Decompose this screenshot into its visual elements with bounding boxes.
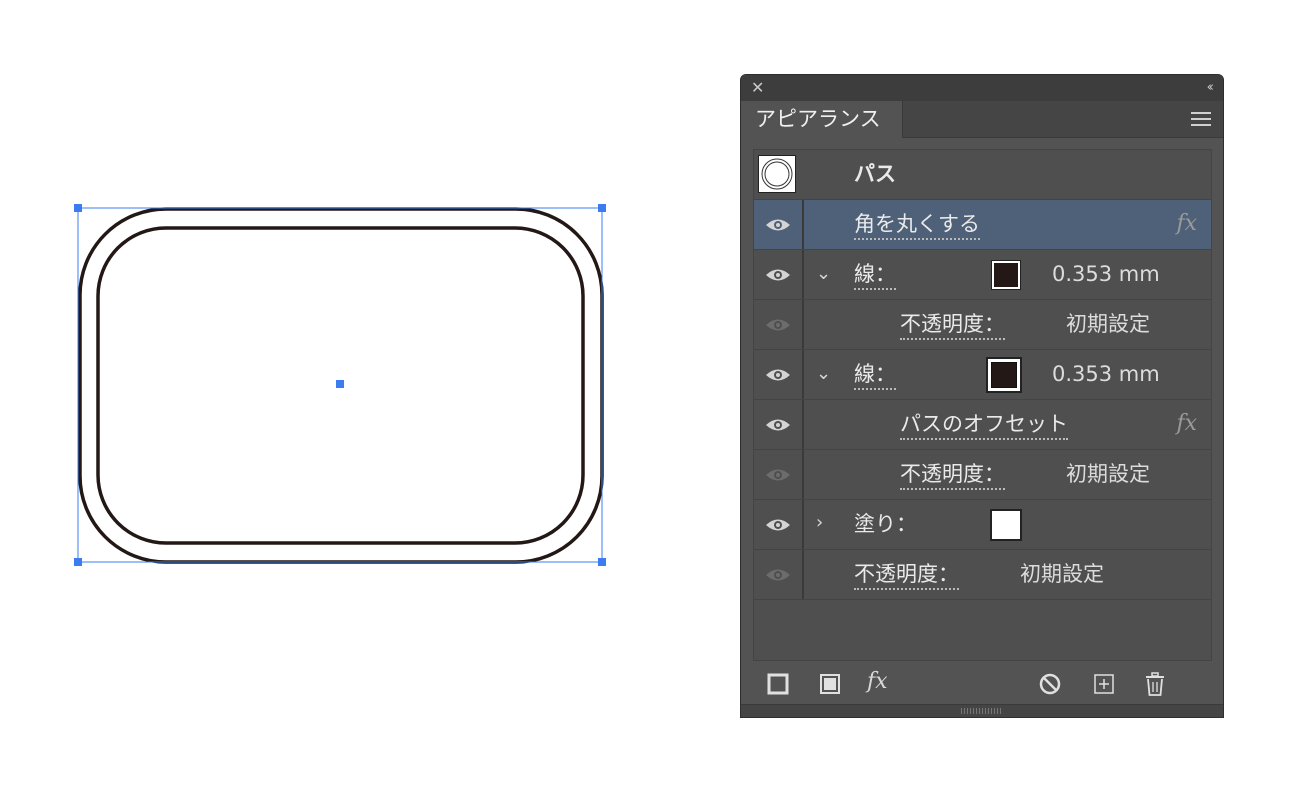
delete-item-icon[interactable] (1142, 671, 1168, 697)
grip-lines (961, 708, 1001, 714)
opacity-label[interactable]: 不透明度： (900, 310, 1005, 340)
stroke-label[interactable]: 線： (854, 360, 896, 390)
panel-menu-icon[interactable] (1191, 112, 1211, 126)
tab-appearance[interactable]: アピアランス (741, 101, 903, 138)
add-stroke-icon[interactable] (765, 671, 791, 697)
opacity-value: 初期設定 (1020, 562, 1104, 586)
object-thumbnail (758, 155, 796, 193)
visibility-eye-icon[interactable] (764, 516, 792, 534)
opacity-row-stroke-2[interactable]: 不透明度： 初期設定 (754, 450, 1211, 500)
panel-bottom-toolbar: fx (741, 665, 1223, 705)
row-divider (802, 500, 804, 549)
clear-appearance-icon[interactable] (1037, 671, 1063, 697)
fx-icon: fx (1176, 411, 1197, 436)
chevron-right-icon[interactable]: › (816, 511, 823, 535)
artboard-canvas[interactable] (0, 0, 700, 788)
fill-label[interactable]: 塗り： (854, 510, 917, 538)
opacity-row-stroke-1[interactable]: 不透明度： 初期設定 (754, 300, 1211, 350)
row-divider (802, 250, 804, 299)
opacity-label[interactable]: 不透明度： (854, 560, 959, 590)
effect-label[interactable]: 角を丸くする (854, 210, 980, 240)
row-divider (802, 550, 804, 599)
opacity-value: 初期設定 (1066, 312, 1150, 336)
panel-resize-grip[interactable] (741, 704, 1223, 717)
visibility-eye-icon[interactable] (764, 216, 792, 234)
row-divider (802, 200, 804, 249)
object-type-label: パス (854, 162, 896, 186)
fx-icon: fx (1176, 211, 1197, 236)
handle-top-right[interactable] (598, 204, 606, 212)
row-divider (802, 350, 804, 399)
chevron-down-icon[interactable]: ⌄ (816, 262, 831, 286)
effect-row-offset-path[interactable]: パスのオフセット fx (754, 400, 1211, 450)
duplicate-item-icon[interactable] (1091, 671, 1117, 697)
close-icon[interactable]: ✕ (751, 80, 764, 96)
row-divider (802, 300, 804, 349)
fill-row[interactable]: › 塗り： (754, 500, 1211, 550)
effect-row-round-corners[interactable]: 角を丸くする fx (754, 200, 1211, 250)
panel-title-bar[interactable]: ✕ ‹‹ (741, 75, 1223, 101)
appearance-list: パス 角を丸くする fx ⌄ 線： 0.353 mm 不透明度： 初期設定 ⌄ … (753, 149, 1212, 661)
handle-top-left[interactable] (74, 204, 82, 212)
center-point-handle[interactable] (336, 380, 344, 388)
stroke-row-2[interactable]: ⌄ 線： 0.353 mm (754, 350, 1211, 400)
handle-bottom-right[interactable] (598, 558, 606, 566)
visibility-eye-icon[interactable] (764, 266, 792, 284)
visibility-eye-icon[interactable] (764, 316, 792, 334)
stroke-color-swatch[interactable] (991, 260, 1021, 290)
stroke-row-1[interactable]: ⌄ 線： 0.353 mm (754, 250, 1211, 300)
add-fill-icon[interactable] (817, 671, 843, 697)
chevron-down-icon[interactable]: ⌄ (816, 362, 831, 386)
row-divider (802, 400, 804, 449)
panel-tab-strip: アピアランス (741, 101, 1223, 138)
opacity-value: 初期設定 (1066, 462, 1150, 486)
stroke-weight-value[interactable]: 0.353 mm (1052, 360, 1160, 388)
visibility-eye-icon[interactable] (764, 366, 792, 384)
effect-label[interactable]: パスのオフセット (900, 410, 1068, 440)
stroke-color-swatch[interactable] (986, 357, 1022, 393)
fill-color-swatch[interactable] (990, 509, 1022, 541)
fx-menu-icon[interactable]: fx (867, 668, 901, 694)
object-header-row[interactable]: パス (754, 150, 1211, 200)
visibility-eye-icon[interactable] (764, 566, 792, 584)
stroke-weight-value[interactable]: 0.353 mm (1052, 260, 1160, 288)
appearance-panel: ✕ ‹‹ アピアランス パス 角を丸くする fx ⌄ 線： 0.353 mm 不… (740, 74, 1224, 718)
opacity-row-object[interactable]: 不透明度： 初期設定 (754, 550, 1211, 600)
opacity-label[interactable]: 不透明度： (900, 460, 1005, 490)
row-divider (802, 450, 804, 499)
handle-bottom-left[interactable] (74, 558, 82, 566)
collapse-panel-icon[interactable]: ‹‹ (1207, 80, 1215, 96)
stroke-label[interactable]: 線： (854, 260, 896, 290)
visibility-eye-icon[interactable] (764, 466, 792, 484)
visibility-eye-icon[interactable] (764, 416, 792, 434)
